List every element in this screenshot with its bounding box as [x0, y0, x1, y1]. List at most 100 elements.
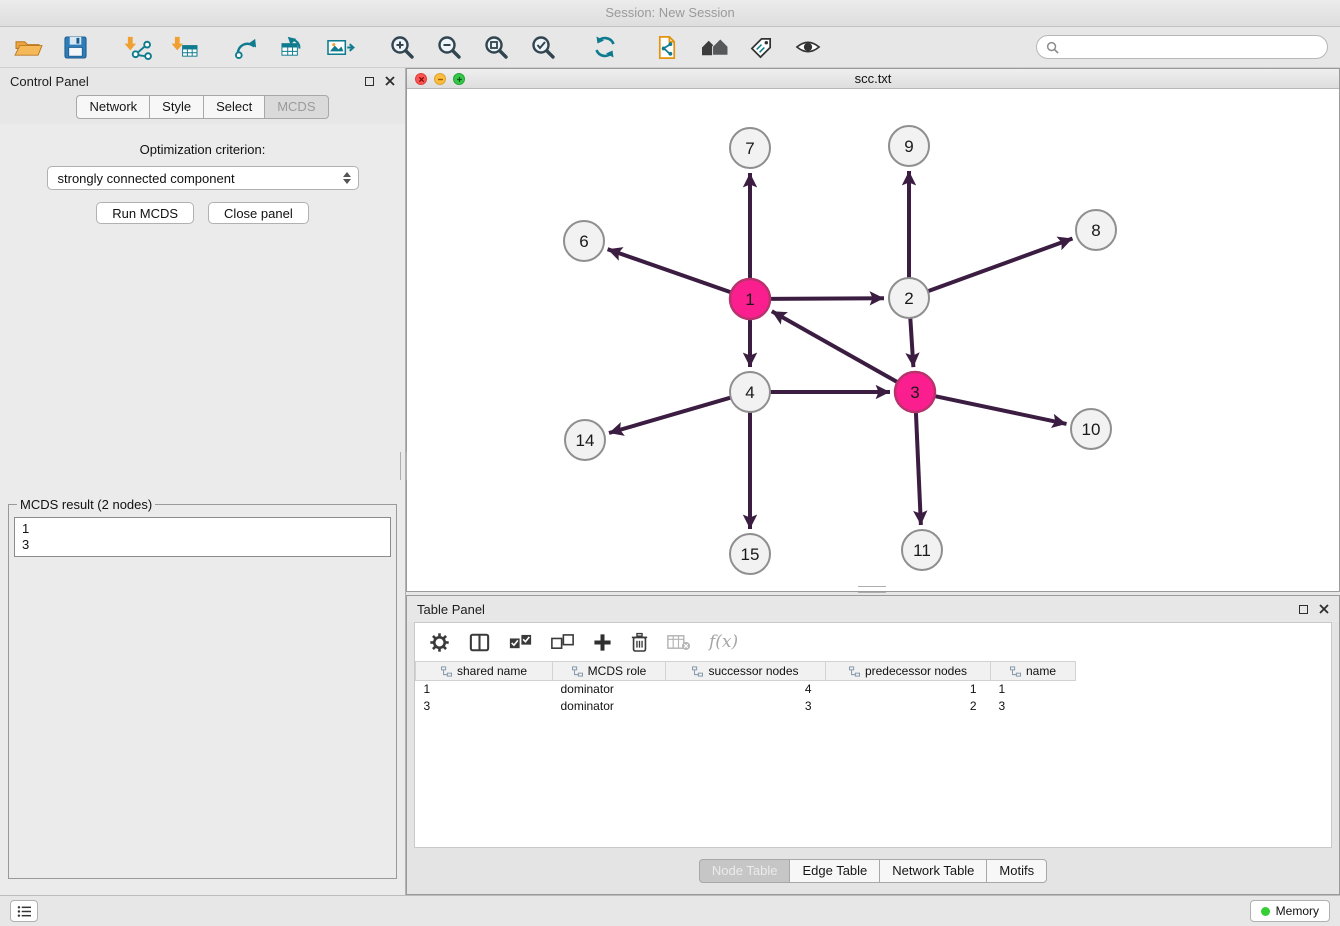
table-cell[interactable]: dominator	[553, 681, 666, 698]
vertical-splitter-grip[interactable]	[400, 452, 407, 480]
table-cell[interactable]: 1	[826, 681, 991, 698]
window-zoom-icon[interactable]	[453, 73, 465, 85]
graph-node-7[interactable]: 7	[730, 128, 770, 168]
select-all-button[interactable]	[509, 628, 532, 656]
svg-text:2: 2	[904, 289, 913, 308]
table-row[interactable]: 1dominator411	[416, 681, 1332, 698]
graph-edge-3-1[interactable]	[772, 311, 898, 382]
memory-label: Memory	[1276, 904, 1319, 918]
close-panel-button[interactable]: Close panel	[208, 202, 309, 224]
graph-edge-3-11[interactable]	[916, 412, 921, 525]
add-row-button[interactable]	[593, 628, 612, 656]
horizontal-splitter-grip[interactable]	[858, 586, 886, 593]
show-graphics-button[interactable]	[792, 31, 824, 63]
unselect-all-button[interactable]	[551, 628, 574, 656]
tab-style[interactable]: Style	[149, 95, 203, 119]
tab-network-table[interactable]: Network Table	[879, 859, 986, 883]
zoom-in-button[interactable]	[386, 31, 418, 63]
column-type-icon	[572, 666, 583, 677]
network-home-button[interactable]	[698, 31, 730, 63]
graph-edge-2-8[interactable]	[928, 239, 1073, 292]
memory-button[interactable]: Memory	[1250, 900, 1330, 922]
import-table-button[interactable]	[168, 31, 200, 63]
table-cell[interactable]: 4	[666, 681, 826, 698]
function-builder-button[interactable]: f(x)	[709, 628, 738, 656]
column-header-successor-nodes[interactable]: successor nodes	[666, 662, 826, 681]
table-settings-button[interactable]	[429, 628, 450, 656]
graph-node-14[interactable]: 14	[565, 420, 605, 460]
graph-edge-1-6[interactable]	[608, 249, 732, 292]
table-cell[interactable]: 3	[666, 698, 826, 715]
main-toolbar	[0, 27, 1340, 68]
table-cell[interactable]: dominator	[553, 698, 666, 715]
close-panel-icon[interactable]	[385, 76, 395, 86]
zoom-fit-button[interactable]	[480, 31, 512, 63]
graph-node-8[interactable]: 8	[1076, 210, 1116, 250]
column-header-predecessor-nodes[interactable]: predecessor nodes	[826, 662, 991, 681]
tab-edge-table[interactable]: Edge Table	[789, 859, 879, 883]
tab-mcds[interactable]: MCDS	[264, 95, 328, 119]
export-image-button[interactable]	[324, 31, 356, 63]
graph-node-15[interactable]: 15	[730, 534, 770, 574]
graph-node-9[interactable]: 9	[889, 126, 929, 166]
unselect-all-icon	[551, 633, 574, 651]
column-header-mcds-role[interactable]: MCDS role	[553, 662, 666, 681]
save-session-button[interactable]	[59, 31, 91, 63]
tab-select[interactable]: Select	[203, 95, 264, 119]
svg-text:4: 4	[745, 383, 754, 402]
table-row[interactable]: 3dominator323	[416, 698, 1332, 715]
table-cell[interactable]: 3	[416, 698, 553, 715]
column-header-name[interactable]: name	[991, 662, 1076, 681]
apply-style-button[interactable]	[651, 31, 683, 63]
graph-node-2[interactable]: 2	[889, 278, 929, 318]
zoom-selected-button[interactable]	[527, 31, 559, 63]
delete-row-button[interactable]	[631, 628, 648, 656]
show-column-button[interactable]	[469, 628, 490, 656]
table-cell[interactable]: 3	[991, 698, 1076, 715]
graph-node-1[interactable]: 1	[730, 279, 770, 319]
style-tag-button[interactable]	[745, 31, 777, 63]
search-box[interactable]	[1036, 35, 1328, 59]
graph-edge-1-2[interactable]	[770, 298, 884, 299]
close-table-panel-icon[interactable]	[1319, 604, 1329, 614]
svg-text:8: 8	[1091, 221, 1100, 240]
mcds-result-list[interactable]: 1 3	[14, 517, 391, 557]
table-cell[interactable]: 2	[826, 698, 991, 715]
run-mcds-button[interactable]: Run MCDS	[96, 202, 194, 224]
delete-table-button[interactable]	[667, 628, 690, 656]
graph-edge-4-14[interactable]	[609, 398, 731, 433]
window-minimize-icon[interactable]	[434, 73, 446, 85]
tab-motifs[interactable]: Motifs	[986, 859, 1047, 883]
graph-edge-2-3[interactable]	[910, 318, 913, 367]
svg-text:3: 3	[910, 383, 919, 402]
table-cell[interactable]: 1	[416, 681, 553, 698]
graph-edge-3-10[interactable]	[935, 396, 1067, 424]
table-cell[interactable]: 1	[991, 681, 1076, 698]
search-input[interactable]	[1064, 40, 1318, 55]
gear-icon	[429, 632, 450, 653]
graph-node-6[interactable]: 6	[564, 221, 604, 261]
new-table-button[interactable]	[277, 31, 309, 63]
import-network-icon	[123, 35, 152, 60]
table-panel-tabs: Node Table Edge Table Network Table Moti…	[407, 848, 1339, 894]
tab-node-table[interactable]: Node Table	[699, 859, 790, 883]
window-close-icon[interactable]	[415, 73, 427, 85]
graph-node-4[interactable]: 4	[730, 372, 770, 412]
open-file-button[interactable]	[12, 31, 44, 63]
import-network-button[interactable]	[121, 31, 153, 63]
graph-node-3[interactable]: 3	[895, 372, 935, 412]
graph-node-11[interactable]: 11	[902, 530, 942, 570]
list-icon	[17, 905, 32, 918]
zoom-out-button[interactable]	[433, 31, 465, 63]
float-table-panel-icon[interactable]	[1299, 605, 1308, 614]
tab-network[interactable]: Network	[76, 95, 149, 119]
float-panel-icon[interactable]	[365, 77, 374, 86]
optimization-dropdown[interactable]: strongly connected component	[47, 166, 359, 190]
status-list-button[interactable]	[10, 900, 38, 922]
column-header-shared-name[interactable]: shared name	[416, 662, 553, 681]
network-canvas[interactable]: 1 2 3 4 6 7 8 9 10 11 14 15	[407, 89, 1339, 591]
graph-node-10[interactable]: 10	[1071, 409, 1111, 449]
network-window-title: scc.txt	[855, 71, 892, 86]
new-network-button[interactable]	[230, 31, 262, 63]
refresh-button[interactable]	[589, 31, 621, 63]
